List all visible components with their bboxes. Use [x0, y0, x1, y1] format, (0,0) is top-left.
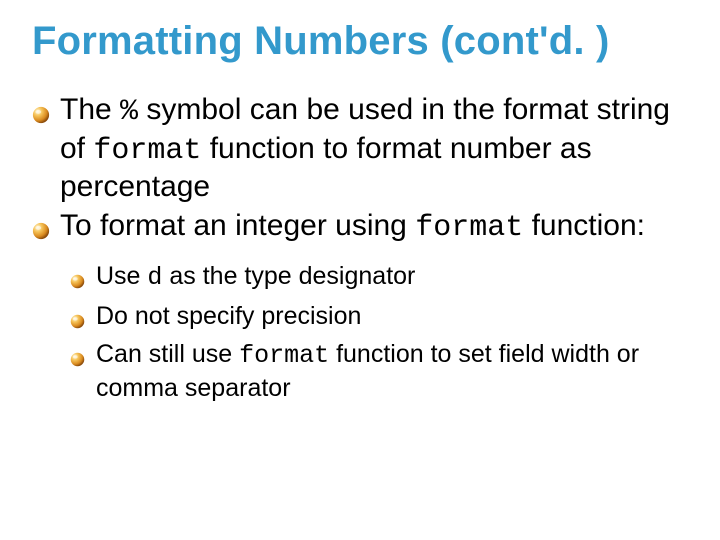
slide-title: Formatting Numbers (cont'd. ): [32, 18, 688, 64]
sub-bullet-item-d-type: Use d as the type designator: [96, 260, 688, 294]
bullet-list-level1: The % symbol can be used in the format s…: [32, 92, 688, 404]
bullet-list-level2: Use d as the type designator Do not spec…: [60, 260, 688, 404]
text: Use: [96, 262, 147, 290]
sphere-bullet-icon: [32, 213, 50, 231]
sphere-bullet-icon: [32, 97, 50, 115]
text: function:: [523, 209, 645, 242]
sub-bullet-item-field-width: Can still use format function to set fie…: [96, 338, 688, 404]
code-text: format: [415, 211, 523, 245]
bullet-item-integer: To format an integer using format functi…: [60, 208, 688, 405]
text: The: [60, 93, 120, 126]
slide: Formatting Numbers (cont'd. ): [0, 0, 720, 540]
sphere-bullet-icon: [70, 305, 85, 320]
text: To format an integer using: [60, 209, 415, 242]
code-text: format: [239, 341, 329, 370]
code-text: format: [93, 134, 201, 168]
text: as the type designator: [162, 262, 415, 290]
text: Can still use: [96, 340, 239, 368]
code-text: d: [147, 263, 162, 292]
bullet-item-percent: The % symbol can be used in the format s…: [60, 92, 688, 206]
sphere-bullet-icon: [70, 343, 85, 358]
code-text: %: [120, 95, 138, 129]
sub-bullet-item-precision: Do not specify precision: [96, 300, 688, 332]
sphere-bullet-icon: [70, 265, 85, 280]
text: Do not specify precision: [96, 302, 361, 330]
